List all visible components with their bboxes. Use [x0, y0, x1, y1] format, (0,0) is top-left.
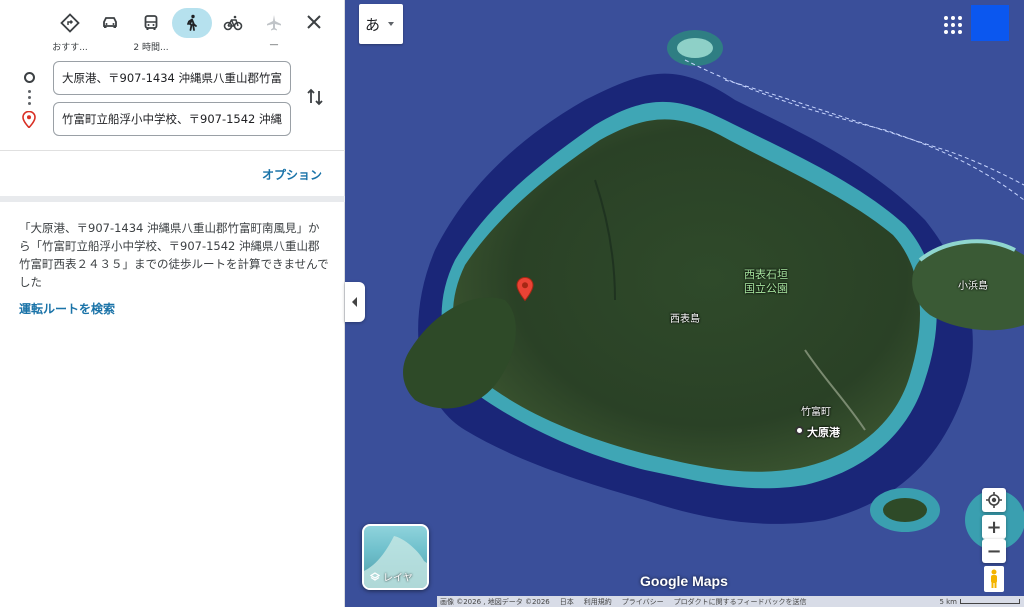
account-avatar-button[interactable]	[971, 5, 1009, 41]
collapse-panel-button[interactable]	[345, 282, 365, 322]
mode-flight-sub: —	[269, 40, 279, 50]
mode-transit-sub: 2 時間...	[133, 43, 169, 53]
park-label: 西表石垣 国立公園	[744, 268, 788, 296]
mode-bicycle-button[interactable]	[213, 8, 253, 38]
plus-icon: +	[986, 516, 1002, 538]
scale-bar	[960, 599, 1020, 604]
route-dots-icon	[28, 90, 31, 105]
start-point-icon	[24, 72, 35, 83]
feedback-link[interactable]: プロダクトに関するフィードバックを送信	[674, 597, 807, 607]
destination-pin-icon	[22, 111, 36, 128]
layers-label-wrap: レイヤ	[370, 569, 413, 584]
layers-label: レイヤ	[383, 573, 413, 584]
google-apps-button[interactable]	[942, 14, 962, 34]
mode-walk-button[interactable]	[172, 8, 212, 38]
chevron-left-icon	[352, 297, 357, 307]
start-input[interactable]	[53, 61, 291, 95]
travel-mode-bar: おすす... 2 時間... —	[0, 0, 345, 56]
scale-label: 5 km	[939, 597, 957, 606]
island-label: 西表島	[670, 314, 700, 325]
search-driving-route-link[interactable]: 運転ルートを検索	[19, 300, 115, 317]
swap-locations-button[interactable]	[304, 86, 326, 108]
privacy-link[interactable]: プライバシー	[622, 597, 664, 607]
mode-best-sub: おすす...	[52, 43, 88, 53]
map-footer: 画像 ©2026 , 地図データ ©2026 日本 利用規約 プライバシー プロ…	[437, 596, 1024, 607]
imagery-attribution: 画像 ©2026 , 地図データ ©2026	[440, 597, 550, 606]
satellite-imagery	[345, 0, 1024, 607]
satellite-map[interactable]: 西表石垣 国立公園 西表島 小浜島 竹富町 大原港	[345, 0, 1024, 607]
mode-best-button[interactable]	[50, 8, 90, 38]
layers-icon	[370, 571, 380, 581]
destination-input[interactable]	[53, 102, 291, 136]
zoom-out-button[interactable]: −	[982, 539, 1006, 563]
mode-transit-button[interactable]	[131, 8, 171, 38]
taketomi-label: 竹富町	[801, 407, 831, 418]
section-divider	[0, 196, 345, 202]
ohara-port-marker[interactable]	[795, 426, 804, 435]
pegman-icon	[991, 569, 997, 588]
close-icon	[307, 15, 321, 29]
input-method-button[interactable]: あ	[359, 4, 403, 44]
my-location-icon	[986, 492, 1002, 508]
ohara-port-label[interactable]: 大原港	[807, 424, 840, 440]
diamond-directions-icon	[60, 13, 80, 33]
mode-drive-button[interactable]	[90, 8, 130, 38]
scale-control[interactable]: 5 km	[939, 598, 1024, 606]
destination-marker-icon[interactable]	[516, 277, 534, 301]
close-directions-button[interactable]	[302, 10, 326, 34]
minus-icon: −	[986, 540, 1002, 562]
bicycle-icon	[223, 15, 243, 31]
park-label-line2: 国立公園	[744, 282, 788, 295]
divider	[0, 150, 345, 151]
walk-icon	[187, 14, 197, 31]
terms-link[interactable]: 利用規約	[584, 597, 612, 607]
swap-icon	[307, 88, 323, 106]
route-error-message: 「大原港、〒907-1434 沖縄県八重山郡竹富町南風見」から「竹富町立船浮小中…	[19, 221, 329, 289]
zoom-in-button[interactable]: +	[982, 515, 1006, 539]
caret-down-icon	[388, 22, 395, 26]
directions-panel: おすす... 2 時間... — オプション 「大原港、〒907-1434 沖縄	[0, 0, 345, 607]
car-icon	[103, 17, 117, 28]
layers-button[interactable]: レイヤ	[362, 524, 429, 590]
country-link[interactable]: 日本	[560, 597, 574, 607]
google-maps-logo: Google Maps	[640, 573, 728, 589]
park-label-line1: 西表石垣	[744, 268, 788, 281]
ime-char: あ	[365, 15, 381, 34]
street-view-pegman-button[interactable]	[984, 566, 1004, 592]
bus-icon	[144, 15, 158, 30]
my-location-button[interactable]	[982, 488, 1006, 512]
mode-flight-button[interactable]	[254, 8, 294, 38]
kohama-label: 小浜島	[958, 281, 988, 292]
airplane-icon	[267, 15, 281, 31]
options-button[interactable]: オプション	[262, 166, 322, 183]
